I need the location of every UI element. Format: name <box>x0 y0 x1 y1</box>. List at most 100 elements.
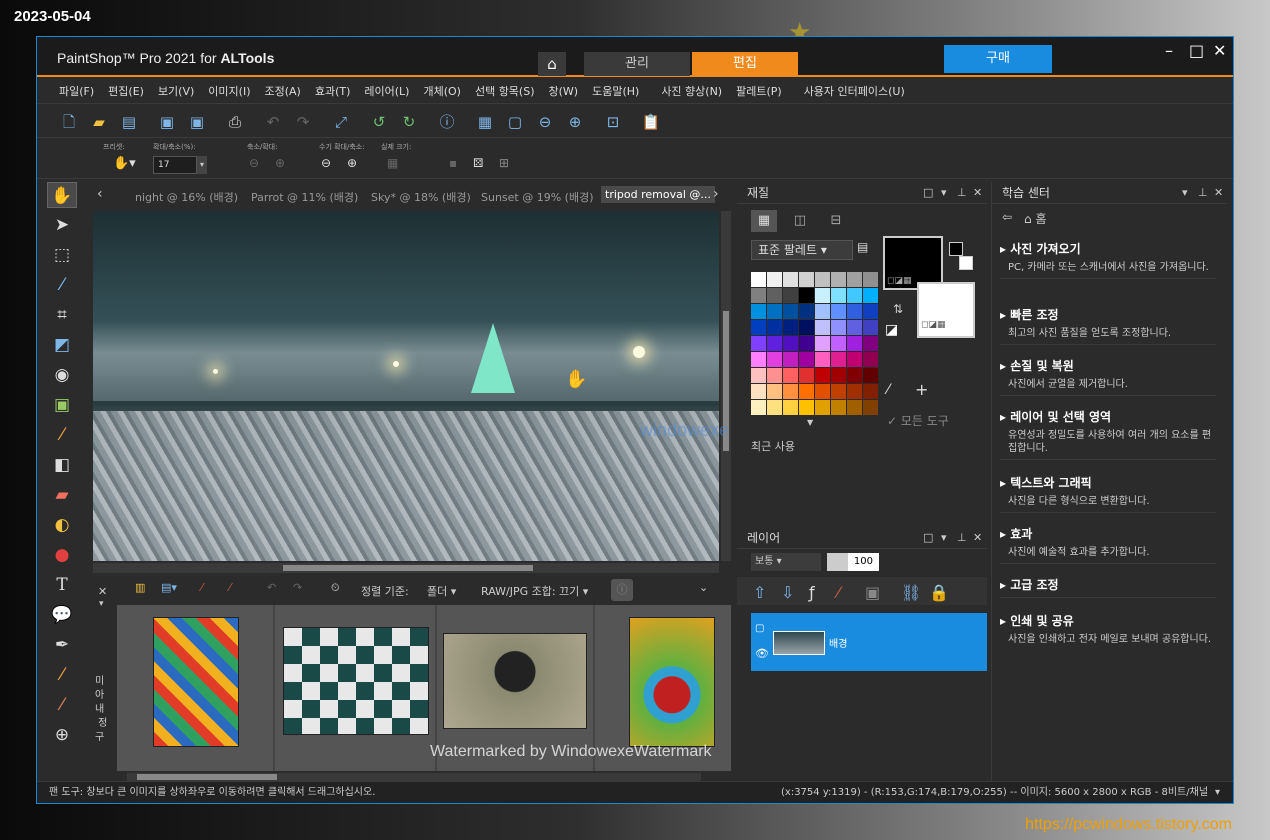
menu-image[interactable]: 이미지(I) <box>208 83 250 99</box>
color-swatch[interactable] <box>799 368 814 383</box>
thumbnail-vegetables[interactable] <box>629 617 715 747</box>
color-swatch[interactable] <box>783 336 798 351</box>
thumbnail-pattern[interactable] <box>153 617 239 747</box>
paint-brush-tool-icon[interactable]: ⁄ <box>47 422 77 448</box>
color-swatch[interactable] <box>863 304 878 319</box>
layer-visibility-icon[interactable]: 👁 <box>755 647 769 660</box>
color-swatch[interactable] <box>767 400 782 415</box>
color-swatch[interactable] <box>831 272 846 287</box>
panel-maximize-icon[interactable]: □ <box>923 527 933 549</box>
color-swatch[interactable] <box>815 352 830 367</box>
color-swatch[interactable] <box>767 304 782 319</box>
color-swatch[interactable] <box>831 352 846 367</box>
color-swatch[interactable] <box>751 288 766 303</box>
fit-window-icon[interactable]: ▢ <box>505 112 525 132</box>
color-swatch[interactable] <box>863 272 878 287</box>
layer-brush-icon[interactable]: ⁄ <box>837 583 840 602</box>
option-grid-icon[interactable]: ⊞ <box>499 156 509 170</box>
zoom-input[interactable]: 17 <box>153 156 197 174</box>
color-swatch[interactable] <box>815 336 830 351</box>
undo-icon[interactable]: ↶ <box>263 112 283 132</box>
color-swatch[interactable] <box>847 368 862 383</box>
palette-select[interactable]: 표준 팔레트 ▾ <box>751 240 853 260</box>
shape-tool-icon[interactable]: 💬 <box>47 602 77 628</box>
org-info-icon[interactable]: ⓘ <box>611 579 633 601</box>
color-swatch[interactable] <box>831 320 846 335</box>
option-dice-icon[interactable]: ⚄ <box>473 156 483 170</box>
color-swatch[interactable] <box>767 288 782 303</box>
learn-item-print-share[interactable]: ▸ 인쇄 및 공유 사진을 인쇄하고 전자 메일로 보내며 공유합니다. <box>1000 612 1216 650</box>
canvas-horizontal-scrollbar[interactable] <box>93 563 719 573</box>
info-icon[interactable]: ⓘ <box>437 112 457 132</box>
learn-item-import[interactable]: ▸ 사진 가져오기 PC, 카메라 또는 스캐너에서 사진을 가져옵니다. <box>1000 240 1216 279</box>
navigation-icon[interactable]: ▥ <box>135 581 145 594</box>
color-swatch[interactable] <box>799 288 814 303</box>
actual-size-icon[interactable]: ▦ <box>475 112 495 132</box>
selection-tool-icon[interactable]: ⬚ <box>47 242 77 268</box>
menu-edit[interactable]: 편집(E) <box>108 83 144 99</box>
tag-icon[interactable]: ⁄ <box>201 581 203 594</box>
menu-objects[interactable]: 개체(O) <box>423 83 460 99</box>
zoom-in-small-icon[interactable]: ⊕ <box>275 156 285 170</box>
image-canvas[interactable]: ✋ <box>93 211 719 561</box>
layer-up-icon[interactable]: ⇧ <box>753 583 766 602</box>
color-swatch[interactable] <box>783 288 798 303</box>
add-swatch-icon[interactable]: + <box>915 380 928 399</box>
color-swatch[interactable] <box>751 368 766 383</box>
doc-tab-night[interactable]: night @ 16% (배경) <box>135 189 238 205</box>
canvas-vertical-scrollbar[interactable] <box>721 211 731 561</box>
color-swatch[interactable] <box>767 368 782 383</box>
screen-capture-icon[interactable]: ⊡ <box>603 112 623 132</box>
rotate-right-icon[interactable]: ↻ <box>399 112 419 132</box>
zoom-in-icon[interactable]: ⊕ <box>565 112 585 132</box>
color-swatches[interactable] <box>751 272 878 415</box>
color-swatch[interactable] <box>815 288 830 303</box>
panel-close-icon[interactable]: ✕ <box>973 182 982 204</box>
color-swatch[interactable] <box>783 352 798 367</box>
menu-palettes[interactable]: 팔레트(P) <box>736 83 782 99</box>
sort-dropdown[interactable]: 폴더 ▾ <box>427 583 456 599</box>
picture-tube-tool-icon[interactable]: ● <box>47 542 77 568</box>
art-brush-tool-icon[interactable]: ⁄ <box>47 662 77 688</box>
eraser-tool-icon[interactable]: ▰ <box>47 482 77 508</box>
scanner-icon[interactable]: ▤ <box>119 112 139 132</box>
panel-menu-icon[interactable]: ▾ <box>1182 182 1188 204</box>
color-swatch[interactable] <box>783 304 798 319</box>
close-icon[interactable]: ✕ <box>1213 41 1226 60</box>
menu-photo-enhance[interactable]: 사진 향상(N) <box>661 83 722 99</box>
menu-window[interactable]: 창(W) <box>549 83 579 99</box>
print-icon[interactable]: ⎙ <box>225 112 245 132</box>
color-swatch[interactable] <box>751 336 766 351</box>
color-swatch[interactable] <box>799 320 814 335</box>
color-swatch[interactable] <box>815 400 830 415</box>
tab-manage[interactable]: 관리 <box>584 52 690 76</box>
organizer-scroll-thumb[interactable] <box>137 774 277 780</box>
foreground-options-icon[interactable]: ◻◪▦ <box>887 276 911 286</box>
pan-preset-icon[interactable]: ✋▾ <box>113 156 136 171</box>
open-folder-icon[interactable]: ▰ <box>89 112 109 132</box>
doc-tab-sky[interactable]: Sky* @ 18% (배경) <box>371 189 471 205</box>
zoom-dropdown-icon[interactable]: ▾ <box>197 156 207 174</box>
color-swatch[interactable] <box>831 288 846 303</box>
color-swatch[interactable] <box>847 400 862 415</box>
color-swatch[interactable] <box>767 336 782 351</box>
organizer-scrollbar[interactable] <box>127 773 701 781</box>
layer-lock-icon[interactable]: 🔒 <box>929 583 949 602</box>
color-swatch[interactable] <box>783 384 798 399</box>
color-swatch[interactable] <box>847 272 862 287</box>
thumbnail-tiles[interactable] <box>283 627 429 735</box>
save-as-icon[interactable]: ▣ <box>187 112 207 132</box>
color-swatch[interactable] <box>799 384 814 399</box>
rotate-left-icon[interactable]: ↺ <box>369 112 389 132</box>
retouch-tool-icon[interactable]: ⁄ <box>47 692 77 718</box>
zoom-out-icon[interactable]: ⊖ <box>535 112 555 132</box>
color-swatch[interactable] <box>847 336 862 351</box>
text-tool-icon[interactable]: T <box>47 572 77 598</box>
thumbnail-emu[interactable] <box>443 633 587 729</box>
save-icon[interactable]: ▣ <box>157 112 177 132</box>
color-swatch[interactable] <box>751 352 766 367</box>
opacity-input[interactable]: 100 <box>827 553 879 571</box>
maximize-icon[interactable]: □ <box>1189 41 1204 60</box>
swap-colors-icon[interactable]: ⇅ <box>893 302 903 316</box>
color-swatch[interactable] <box>767 384 782 399</box>
